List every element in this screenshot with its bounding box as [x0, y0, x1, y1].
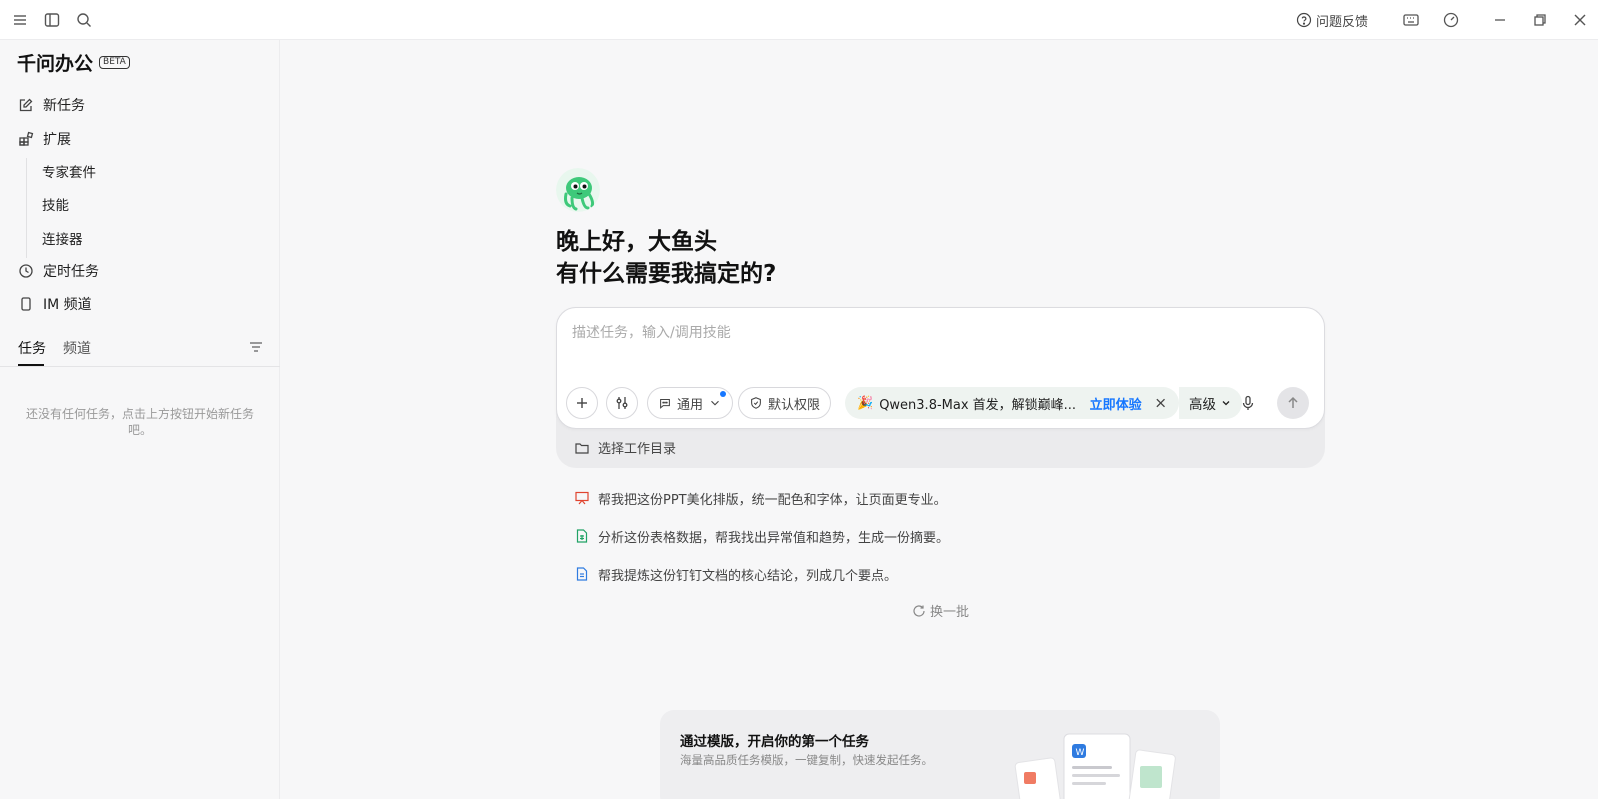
template-illustration: W	[1014, 733, 1176, 799]
sub-nav-divider	[26, 158, 27, 258]
suggestion-text: 帮我提炼这份钉钉文档的核心结论，列成几个要点。	[598, 568, 898, 584]
suggestion-item[interactable]: 帮我提炼这份钉钉文档的核心结论，列成几个要点。	[574, 563, 897, 585]
permission-label: 默认权限	[768, 397, 821, 413]
add-attachment-button[interactable]	[566, 387, 598, 419]
tab-tasks[interactable]: 任务	[18, 338, 46, 358]
suggestion-text: 分析这份表格数据，帮我找出异常值和趋势，生成一份摘要。	[598, 530, 950, 546]
minimize-icon[interactable]	[1490, 10, 1510, 30]
select-workdir-button[interactable]: 选择工作目录	[574, 438, 676, 457]
empty-tasks-message: 还没有任何任务，点击上方按钮开始新任务吧。	[25, 407, 254, 437]
mascot-avatar	[556, 168, 600, 212]
task-input[interactable]	[572, 322, 1272, 344]
greeting-line-1: 晚上好，大鱼头	[556, 229, 717, 255]
nav-im-channel-label: IM 频道	[43, 297, 92, 313]
tab-active-indicator	[18, 364, 44, 366]
folder-icon	[575, 442, 589, 454]
sidebar-tabs: 任务 频道	[0, 334, 280, 367]
close-icon[interactable]	[1570, 10, 1590, 30]
nav-new-task[interactable]: 新任务	[18, 94, 85, 116]
presentation-icon	[575, 491, 589, 505]
sub-item-skills[interactable]: 技能	[42, 195, 69, 217]
promo-cta-link[interactable]: 立即体验	[1090, 394, 1142, 413]
template-card[interactable]: 通过模版，开启你的第一个任务 海量高品质任务模版，一键复制，快速发起任务。 W	[660, 710, 1220, 799]
suggestion-text: 帮我把这份PPT美化排版，统一配色和字体，让页面更专业。	[598, 492, 947, 508]
sub-item-expert-suite[interactable]: 专家套件	[42, 162, 96, 184]
document-icon	[576, 567, 588, 581]
beta-badge: BETA	[99, 56, 130, 69]
template-card-subtitle: 海量高品质任务模版，一键复制，快速发起任务。	[680, 753, 933, 767]
template-card-title: 通过模版，开启你的第一个任务	[680, 734, 869, 750]
brand: 千问办公 BETA	[17, 49, 130, 76]
permission-select[interactable]: 默认权限	[738, 387, 832, 419]
workdir-label: 选择工作目录	[598, 442, 677, 457]
title-bar: 问题反馈	[0, 0, 1598, 40]
edit-icon	[19, 98, 33, 112]
composer: 通用 默认权限 🎉 Qwen3.8-Max 首发，解锁巅峰... 立即体验 高级	[556, 307, 1325, 429]
search-icon[interactable]	[74, 10, 94, 30]
notification-dot	[720, 391, 726, 397]
spreadsheet-icon	[576, 529, 588, 543]
restore-icon[interactable]	[1530, 10, 1550, 30]
promo-text: Qwen3.8-Max 首发，解锁巅峰...	[879, 397, 1077, 413]
shield-icon	[751, 397, 761, 409]
microphone-icon[interactable]	[1239, 394, 1257, 412]
chevron-down-icon	[1222, 401, 1230, 406]
close-icon[interactable]	[1154, 396, 1167, 410]
keyboard-icon[interactable]	[1401, 10, 1421, 30]
mode-label: 通用	[677, 397, 704, 413]
refresh-label: 换一批	[930, 605, 970, 620]
suggestion-item[interactable]: 帮我把这份PPT美化排版，统一配色和字体，让页面更专业。	[574, 487, 947, 509]
nav-new-task-label: 新任务	[43, 98, 85, 114]
arrow-up-icon	[1288, 396, 1298, 408]
tools-button[interactable]	[606, 387, 638, 419]
suggestion-item[interactable]: 分析这份表格数据，帮我找出异常值和趋势，生成一份摘要。	[574, 525, 949, 547]
nav-scheduled-tasks[interactable]: 定时任务	[18, 260, 99, 282]
gauge-icon[interactable]	[1441, 10, 1461, 30]
sidebar-toggle-icon[interactable]	[42, 10, 62, 30]
sub-item-connectors[interactable]: 连接器	[42, 229, 83, 251]
svg-text:W: W	[1076, 748, 1085, 758]
nav-extensions[interactable]: 扩展	[18, 128, 71, 150]
chat-icon	[660, 398, 670, 409]
feedback-label: 问题反馈	[1316, 14, 1369, 30]
menu-icon[interactable]	[10, 10, 30, 30]
mode-select[interactable]: 通用	[647, 387, 734, 419]
clock-icon	[19, 264, 33, 278]
send-button[interactable]	[1277, 387, 1309, 419]
filter-icon[interactable]	[248, 339, 264, 355]
greeting-line-2: 有什么需要我搞定的?	[556, 261, 777, 287]
nav-extensions-label: 扩展	[43, 132, 71, 148]
tools-icon	[616, 397, 628, 409]
extension-icon	[19, 131, 34, 146]
advanced-select[interactable]: 高级	[1179, 387, 1242, 419]
promo-banner: 🎉 Qwen3.8-Max 首发，解锁巅峰... 立即体验	[845, 387, 1179, 419]
brand-name: 千问办公	[17, 53, 94, 75]
feedback-button[interactable]: 问题反馈	[1296, 10, 1368, 30]
nav-scheduled-tasks-label: 定时任务	[43, 264, 99, 280]
advanced-label: 高级	[1189, 397, 1216, 413]
help-icon	[1296, 12, 1312, 28]
party-icon: 🎉	[857, 395, 874, 411]
phone-icon	[21, 297, 31, 311]
tab-channels[interactable]: 频道	[63, 338, 91, 358]
sidebar: 千问办公 BETA 新任务 扩展 专家套件 技能 连接器 定时任务 IM 频道 …	[0, 40, 280, 799]
nav-im-channel[interactable]: IM 频道	[18, 293, 92, 315]
plus-icon	[577, 398, 587, 408]
refresh-icon	[913, 604, 925, 617]
refresh-suggestions-button[interactable]: 换一批	[912, 601, 969, 620]
chevron-down-icon	[711, 400, 719, 406]
